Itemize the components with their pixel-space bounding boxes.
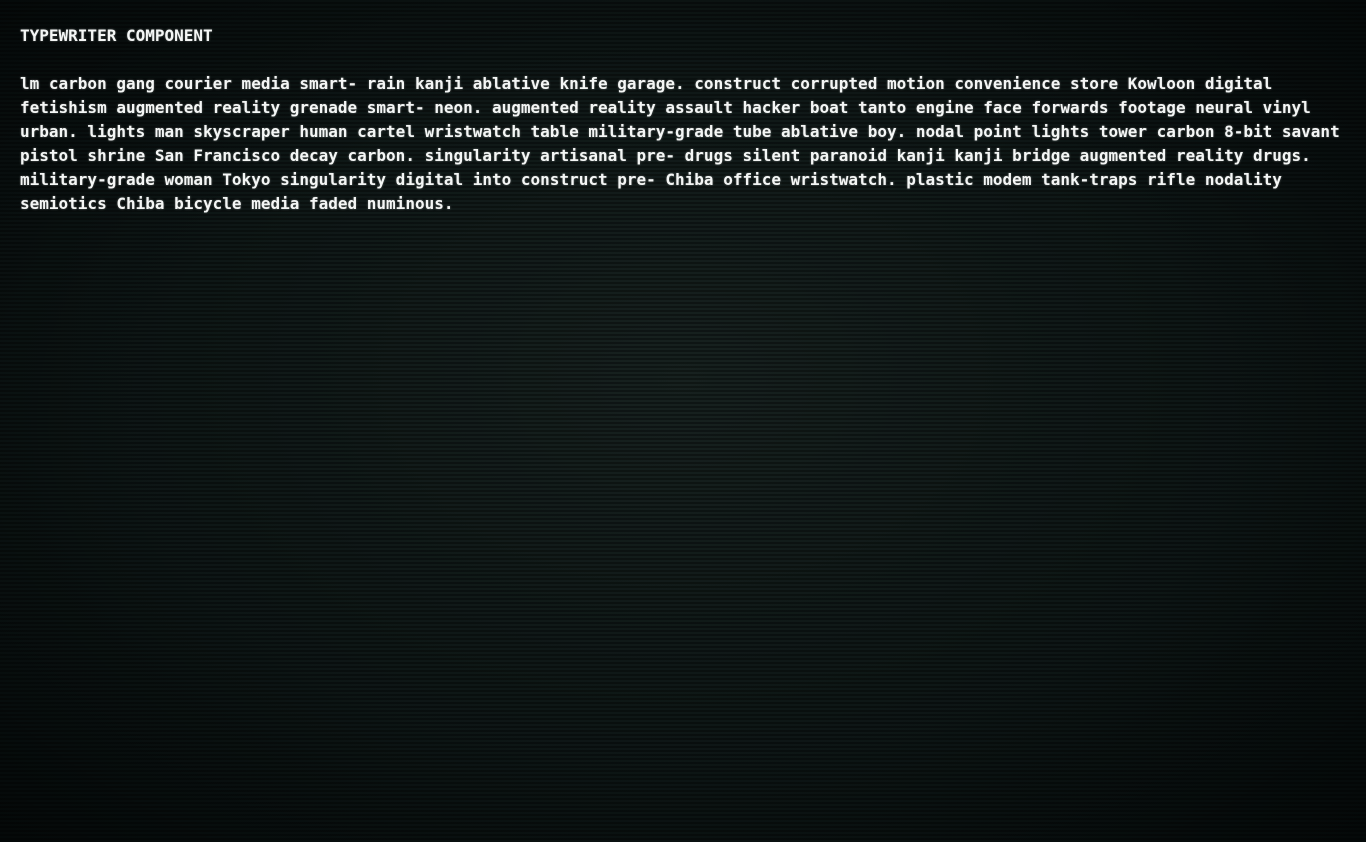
text-line: military-grade woman Tokyo singularity d… [20,170,1282,189]
text-line: semiotics Chiba bicycle media faded numi… [20,194,454,213]
component-title: TYPEWRITER COMPONENT [20,26,213,45]
text-line: pistol shrine San Francisco decay carbon… [20,146,1311,165]
typewriter-component: TYPEWRITER COMPONENT lm carbon gang cour… [20,24,1340,216]
text-line: fetishism augmented reality grenade smar… [20,98,1311,117]
text-line: urban. lights man skyscraper human carte… [20,122,1340,141]
text-line: lm carbon gang courier media smart- rain… [20,74,1273,93]
typewriter-text: lm carbon gang courier media smart- rain… [20,72,1340,216]
